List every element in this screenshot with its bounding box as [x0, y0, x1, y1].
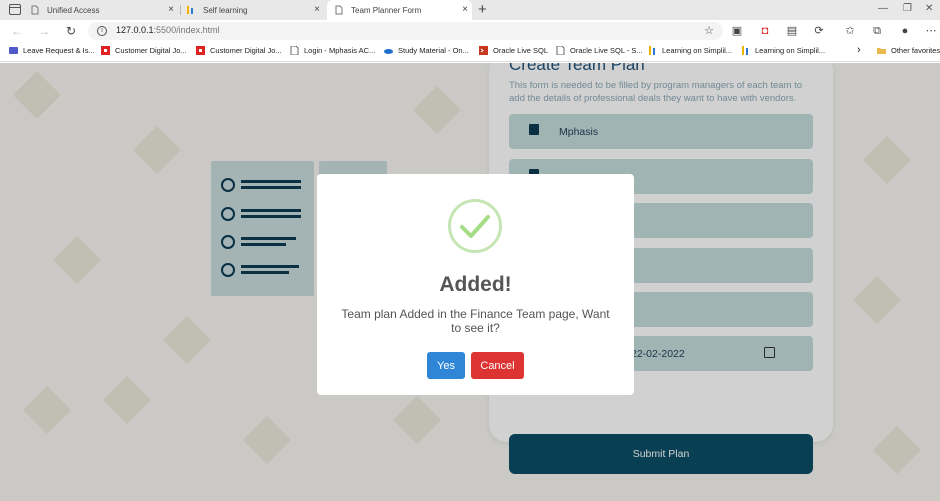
favorite-item[interactable]: Login - Mphasis AC... — [290, 46, 375, 55]
page-icon — [335, 5, 343, 15]
success-dialog: Added! Team plan Added in the Finance Te… — [317, 174, 634, 395]
simplilearn-icon — [187, 6, 193, 14]
chevron-right-icon[interactable]: › — [857, 44, 861, 56]
onedrive-icon — [384, 49, 393, 54]
favorite-item[interactable]: Study Material - On... — [384, 46, 469, 55]
tab-unified-access[interactable]: Unified Access × — [30, 0, 178, 20]
tab-team-planner-form[interactable]: Team Planner Form × — [327, 0, 472, 20]
toolbar: ← → ↻ i 127.0.0.1:5500/index.html ☆ ▣ ◘ … — [0, 20, 940, 42]
favorite-item[interactable]: Learning on Simplil... — [648, 46, 732, 55]
tab-divider — [180, 5, 181, 15]
back-icon[interactable]: ← — [11, 24, 23, 38]
extension-icon[interactable]: ▣ — [730, 24, 744, 38]
app-icon — [196, 46, 205, 55]
tab-strip: Unified Access × Self learning × Team Pl… — [0, 0, 940, 20]
extensions-icon[interactable]: ⟳ — [812, 24, 826, 38]
page-content: Create Team Plan This form is needed to … — [0, 63, 940, 501]
close-window-icon[interactable]: ✕ — [925, 3, 933, 14]
favorites-bar: Leave Request & Is... Customer Digital J… — [0, 42, 940, 62]
refresh-icon[interactable]: ↻ — [66, 24, 76, 38]
page-icon — [290, 46, 299, 55]
page-icon — [31, 5, 39, 15]
close-icon[interactable]: × — [462, 4, 468, 15]
favorite-item[interactable]: Leave Request & Is... — [9, 46, 95, 55]
other-favorites[interactable]: Other favorites — [877, 46, 940, 55]
forward-icon[interactable]: → — [38, 24, 50, 38]
more-icon[interactable]: ⋯ — [924, 24, 938, 38]
tab-label: Self learning — [203, 5, 248, 15]
collections-icon[interactable]: ⧉ — [870, 24, 884, 38]
restore-icon[interactable]: ❐ — [903, 3, 912, 14]
close-icon[interactable]: × — [314, 4, 320, 15]
tab-actions-icon[interactable] — [9, 4, 21, 15]
page-icon — [556, 46, 565, 55]
favorite-item[interactable]: Oracle Live SQL — [479, 46, 548, 55]
dialog-title: Added! — [439, 273, 512, 296]
teams-icon — [9, 47, 18, 54]
url-text[interactable]: 127.0.0.1:5500/index.html — [116, 25, 220, 35]
reader-icon[interactable]: ▤ — [785, 24, 799, 38]
info-icon[interactable]: i — [97, 26, 107, 36]
simplilearn-icon — [649, 46, 655, 55]
tab-self-learning[interactable]: Self learning × — [186, 0, 324, 20]
checkmark-icon — [448, 199, 502, 253]
cancel-button[interactable]: Cancel — [471, 352, 524, 379]
address-bar[interactable]: i 127.0.0.1:5500/index.html ☆ — [88, 22, 723, 40]
app-icon — [101, 46, 110, 55]
minimize-icon[interactable]: — — [878, 3, 888, 14]
close-icon[interactable]: × — [168, 4, 174, 15]
favorite-item[interactable]: Oracle Live SQL - S... — [556, 46, 643, 55]
favorites-icon[interactable]: ✩ — [843, 24, 857, 38]
tab-label: Team Planner Form — [351, 5, 422, 15]
new-tab-button[interactable]: + — [478, 1, 487, 18]
favorite-item[interactable]: Customer Digital Jo... — [196, 46, 282, 55]
yes-button[interactable]: Yes — [427, 352, 465, 379]
simplilearn-icon — [742, 46, 748, 55]
favorite-item[interactable]: Customer Digital Jo... — [101, 46, 187, 55]
avatar[interactable]: ● — [898, 24, 912, 38]
dialog-message: Team plan Added in the Finance Team page… — [341, 307, 610, 335]
add-favorite-icon[interactable]: ☆ — [704, 24, 714, 37]
pocket-icon[interactable]: ◘ — [758, 24, 772, 38]
oracle-icon — [479, 46, 488, 55]
tab-label: Unified Access — [47, 5, 100, 15]
favorite-item[interactable]: Learning on Simplil... — [741, 46, 825, 55]
folder-icon — [877, 48, 886, 54]
